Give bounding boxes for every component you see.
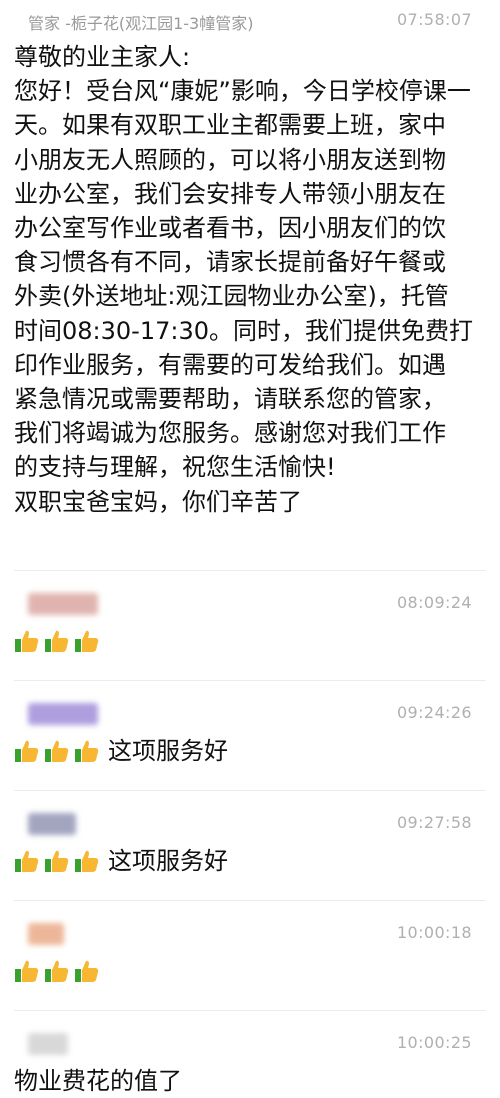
thumbs-group [14, 628, 100, 654]
message-reply: 10:00:18 [0, 913, 500, 989]
message-time: 08:09:24 [396, 593, 472, 612]
divider [14, 900, 486, 901]
message-announcement: 管家 -栀子花(观江园1-3幢管家) 07:58:07 尊敬的业主家人: 您好！… [0, 0, 500, 519]
thumbs-up-icon [75, 740, 99, 762]
message-header: 10:00:25 [14, 1023, 486, 1063]
reply-content: 这项服务好 [14, 733, 486, 769]
sender-name-blurred[interactable] [28, 593, 98, 615]
sender-name-blurred[interactable] [28, 923, 64, 945]
message-header: 08:09:24 [14, 583, 486, 623]
thumbs-up-icon [45, 850, 69, 872]
thumbs-up-icon [45, 740, 69, 762]
sender-name-blurred[interactable] [28, 1033, 68, 1055]
reply-content: 这项服务好 [14, 843, 486, 879]
thumbs-up-icon [45, 960, 69, 982]
chat-view: 管家 -栀子花(观江园1-3幢管家) 07:58:07 尊敬的业主家人: 您好！… [0, 0, 500, 1098]
thumbs-group [14, 738, 100, 764]
message-header: 09:24:26 [14, 693, 486, 733]
thumbs-up-icon [75, 960, 99, 982]
thumbs-up-icon [45, 630, 69, 652]
divider [14, 790, 486, 791]
thumbs-group [14, 958, 100, 984]
message-reply: 09:24:26 这项服务好 [0, 693, 500, 769]
thumbs-up-icon [75, 630, 99, 652]
sender-name-blurred[interactable] [28, 703, 98, 725]
message-header: 10:00:18 [14, 913, 486, 953]
reply-content [14, 623, 486, 659]
message-time: 09:27:58 [396, 813, 472, 832]
reply-content: 物业费花的值了 [14, 1063, 486, 1098]
message-time: 07:58:07 [396, 10, 472, 29]
reply-content [14, 953, 486, 989]
message-time: 10:00:25 [396, 1033, 472, 1052]
thumbs-group [14, 848, 100, 874]
reply-text: 这项服务好 [108, 847, 228, 875]
message-time: 09:24:26 [396, 703, 472, 722]
divider [14, 1010, 486, 1011]
message-time: 10:00:18 [396, 923, 472, 942]
sender-name-blurred[interactable] [28, 813, 76, 835]
message-reply: 08:09:24 [0, 583, 500, 659]
thumbs-up-icon [15, 960, 39, 982]
reply-text: 物业费花的值了 [14, 1067, 182, 1095]
divider [14, 680, 486, 681]
thumbs-up-icon [15, 740, 39, 762]
thumbs-up-icon [75, 850, 99, 872]
thumbs-up-icon [15, 630, 39, 652]
message-header: 管家 -栀子花(观江园1-3幢管家) 07:58:07 [14, 0, 486, 40]
message-body: 尊敬的业主家人: 您好！受台风“康妮”影响，今日学校停课一 天。如果有双职工业主… [14, 43, 473, 516]
sender-name[interactable]: 管家 -栀子花(观江园1-3幢管家) [28, 10, 253, 34]
message-reply: 09:27:58 这项服务好 [0, 803, 500, 879]
message-reply: 10:00:25 物业费花的值了 [0, 1023, 500, 1098]
divider [14, 570, 486, 571]
reply-text: 这项服务好 [108, 737, 228, 765]
thumbs-up-icon [15, 850, 39, 872]
message-header: 09:27:58 [14, 803, 486, 843]
